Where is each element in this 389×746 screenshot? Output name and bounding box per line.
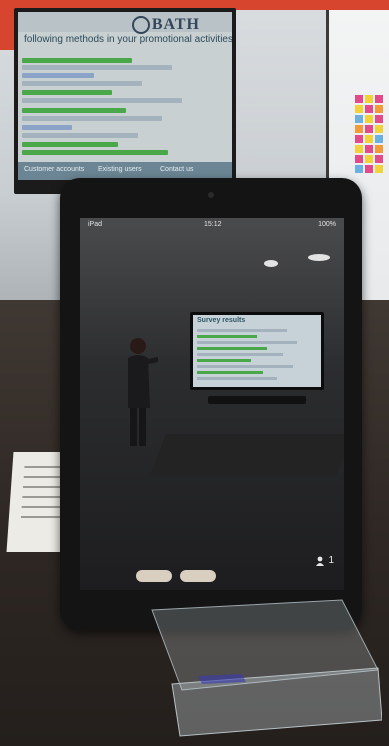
stream-title: Survey results bbox=[197, 317, 246, 324]
sticky-note bbox=[375, 165, 383, 173]
survey-bar bbox=[197, 329, 287, 332]
ceiling-light bbox=[264, 260, 278, 267]
wall-display: BATH following methods in your promotion… bbox=[14, 8, 236, 194]
tablet-screen[interactable]: iPad 15:12 100% Survey results 1 bbox=[80, 218, 344, 590]
footer-item: Customer accounts bbox=[24, 166, 85, 173]
streamed-display: Survey results bbox=[190, 312, 324, 390]
sticky-note bbox=[355, 105, 363, 113]
brand-logo: BATH bbox=[151, 16, 200, 33]
university-seal-icon bbox=[132, 16, 150, 34]
camera-icon bbox=[208, 192, 214, 198]
survey-bar bbox=[197, 371, 263, 374]
presenter-figure bbox=[128, 338, 158, 446]
sticky-note bbox=[365, 145, 373, 153]
survey-bar bbox=[22, 98, 182, 103]
sticky-note bbox=[355, 125, 363, 133]
status-bar: iPad 15:12 100% bbox=[80, 218, 344, 232]
survey-bar bbox=[22, 108, 126, 113]
survey-bar bbox=[197, 341, 297, 344]
sticky-note bbox=[375, 155, 383, 163]
sticky-note bbox=[375, 125, 383, 133]
survey-bar bbox=[22, 150, 168, 155]
survey-bar bbox=[22, 73, 94, 78]
sticky-note bbox=[375, 105, 383, 113]
sticky-note bbox=[365, 105, 373, 113]
soundbar bbox=[208, 396, 306, 404]
clock: 15:12 bbox=[204, 221, 222, 228]
sticky-note bbox=[355, 165, 363, 173]
sticky-note bbox=[355, 135, 363, 143]
survey-bar bbox=[197, 347, 267, 350]
sticky-note bbox=[355, 95, 363, 103]
survey-bar bbox=[22, 133, 138, 138]
streamed-display-screen: Survey results bbox=[193, 315, 321, 387]
survey-bar bbox=[22, 125, 72, 130]
sticky-note bbox=[375, 115, 383, 123]
footer-item: Contact us bbox=[160, 166, 194, 173]
survey-bar bbox=[22, 90, 112, 95]
sticky-note bbox=[365, 135, 373, 143]
acrylic-stand bbox=[151, 599, 382, 737]
carrier-label: iPad bbox=[88, 221, 103, 228]
survey-bar bbox=[197, 353, 283, 356]
participant-indicator[interactable]: 1 bbox=[315, 555, 334, 566]
room-table bbox=[150, 434, 344, 476]
sticky-note bbox=[355, 115, 363, 123]
text-line bbox=[22, 496, 61, 498]
sticky-note bbox=[355, 145, 363, 153]
survey-bar bbox=[197, 359, 251, 362]
text-line bbox=[23, 476, 64, 478]
survey-bar bbox=[22, 142, 118, 147]
photo-scene: BATH following methods in your promotion… bbox=[0, 0, 389, 746]
survey-bar bbox=[197, 377, 277, 380]
survey-bar bbox=[22, 58, 132, 63]
battery-indicator: 100% bbox=[318, 221, 336, 228]
survey-bar bbox=[22, 81, 142, 86]
footer-item: Existing users bbox=[98, 166, 142, 173]
survey-bar bbox=[197, 365, 293, 368]
survey-bar bbox=[22, 116, 162, 121]
text-line bbox=[20, 516, 66, 518]
person-icon bbox=[316, 556, 325, 566]
control-button[interactable] bbox=[180, 570, 216, 582]
sticky-note bbox=[355, 155, 363, 163]
sticky-note bbox=[365, 125, 373, 133]
sticky-note bbox=[365, 165, 373, 173]
wall-display-screen: BATH following methods in your promotion… bbox=[18, 12, 232, 180]
control-button[interactable] bbox=[136, 570, 172, 582]
tablet-device: iPad 15:12 100% Survey results 1 bbox=[60, 178, 362, 630]
sticky-note bbox=[375, 145, 383, 153]
sticky-note bbox=[365, 155, 373, 163]
slide-question: following methods in your promotional ac… bbox=[24, 34, 232, 45]
participant-count: 1 bbox=[328, 555, 334, 566]
sticky-note bbox=[375, 135, 383, 143]
survey-bar bbox=[197, 335, 257, 338]
sticky-note bbox=[365, 95, 373, 103]
survey-bar bbox=[22, 65, 172, 70]
sticky-note bbox=[375, 95, 383, 103]
sticky-note bbox=[365, 115, 373, 123]
ceiling-light bbox=[308, 254, 330, 261]
